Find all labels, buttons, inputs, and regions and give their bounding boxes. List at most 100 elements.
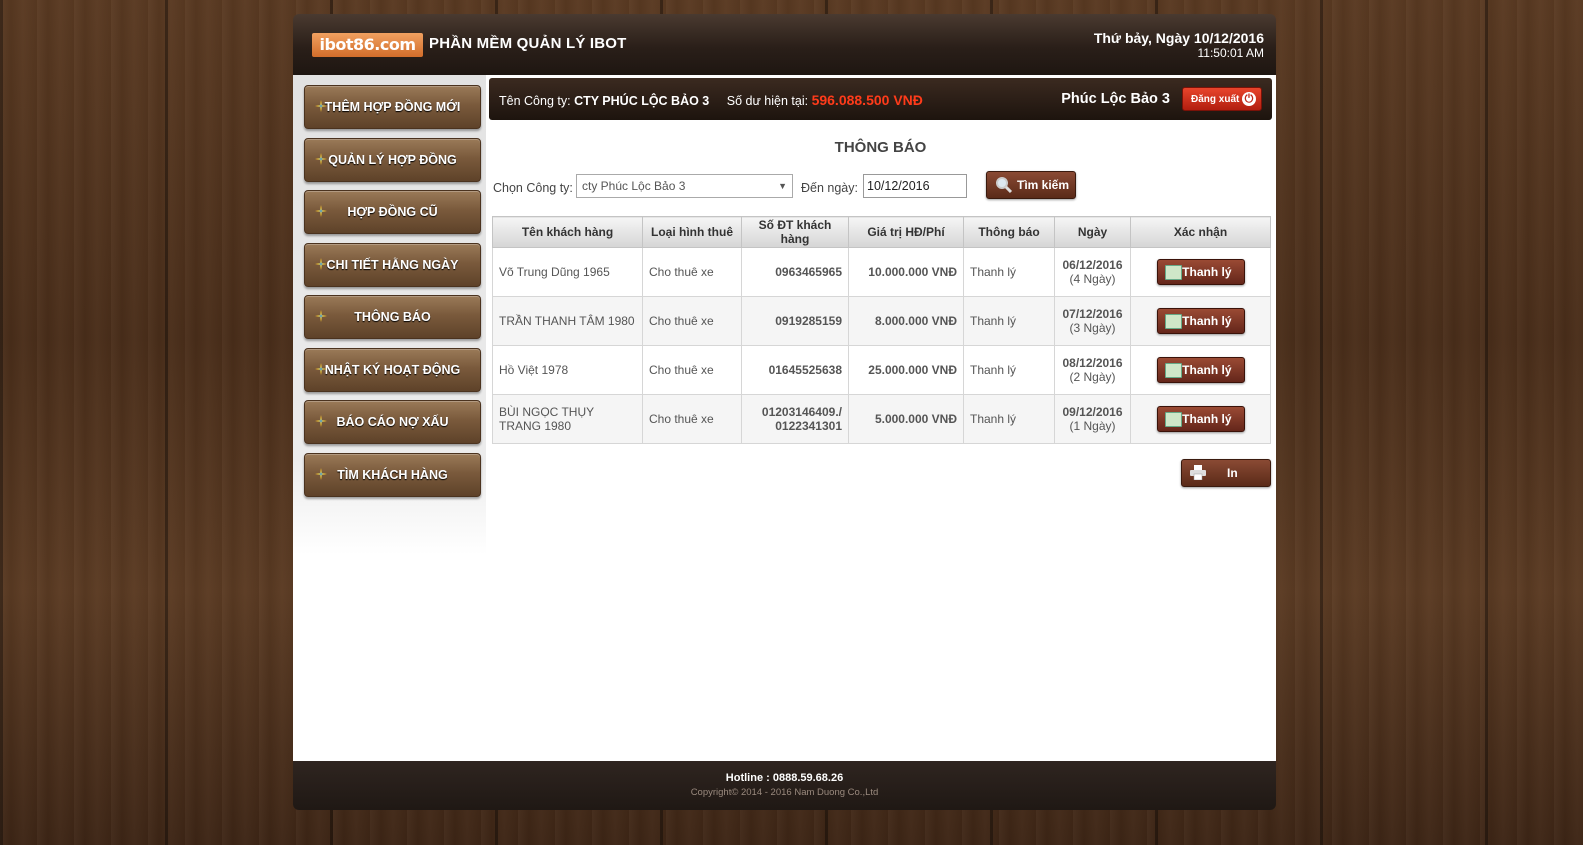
date-filter-label: Đến ngày: — [801, 181, 858, 195]
power-icon: ⏻ — [1242, 92, 1256, 106]
contract-value: 5.000.000 VNĐ — [848, 394, 964, 444]
user-name: Phúc Lộc Bảo 3 — [1061, 91, 1170, 107]
liquidate-button[interactable]: Thanh lý — [1156, 406, 1245, 432]
customer-phone: 0963465965 — [741, 247, 849, 297]
header: ibot86.com PHẦN MỀM QUẢN LÝ IBOT Thứ bảy… — [293, 14, 1276, 75]
star-icon — [315, 153, 327, 165]
customer-name-link[interactable]: BÙI NGỌC THỤY TRANG 1980 — [492, 394, 643, 444]
sidebar-item-label: THÔNG BÁO — [354, 310, 431, 324]
rental-type: Cho thuê xe — [642, 345, 742, 395]
header-time: 11:50:01 AM — [1197, 46, 1265, 60]
star-icon — [315, 205, 327, 217]
date-input[interactable]: 10/12/2016 — [863, 174, 967, 198]
liquidate-label: Thanh lý — [1182, 363, 1232, 377]
sidebar-item-notifications[interactable]: THÔNG BÁO — [304, 295, 481, 339]
company-bar: Tên Công ty: CTY PHÚC LỘC BẢO 3 Số dư hi… — [489, 78, 1272, 120]
due-date: 09/12/2016 (1 Ngày) — [1054, 394, 1131, 444]
liquidate-label: Thanh lý — [1182, 412, 1232, 426]
search-button[interactable]: Tìm kiếm — [986, 171, 1076, 199]
sidebar-item-label: NHẬT KÝ HOẠT ĐỘNG — [324, 363, 461, 377]
star-icon — [315, 415, 327, 427]
col-customer-name[interactable]: Tên khách hàng — [492, 216, 643, 248]
table-row: Võ Trung Dũng 1965 Cho thuê xe 096346596… — [492, 247, 1271, 297]
search-label: Tìm kiếm — [1017, 178, 1070, 192]
sidebar-item-activity-log[interactable]: NHẬT KÝ HOẠT ĐỘNG — [304, 348, 481, 392]
liquidate-label: Thanh lý — [1182, 314, 1232, 328]
col-rental-type[interactable]: Loại hình thuê — [642, 216, 742, 248]
customer-name-link[interactable]: TRẦN THANH TÂM 1980 — [492, 296, 643, 346]
balance-label: Số dư hiện tại: — [726, 94, 809, 108]
col-confirm[interactable]: Xác nhận — [1130, 216, 1271, 248]
header-date: Thứ bảy, Ngày 10/12/2016 — [1093, 30, 1264, 46]
sidebar: THÊM HỢP ĐỒNG MỚI QUẢN LÝ HỢP ĐỒNG HỢP Đ… — [293, 75, 486, 555]
sidebar-item-label: HỢP ĐỒNG CŨ — [347, 205, 438, 219]
hotline: Hotline : 0888.59.68.26 — [725, 772, 844, 784]
rental-type: Cho thuê xe — [642, 394, 742, 444]
col-date[interactable]: Ngày — [1054, 216, 1131, 248]
date-value: 09/12/2016 — [1062, 405, 1123, 419]
table-row: Hồ Việt 1978 Cho thuê xe 01645525638 25.… — [492, 345, 1271, 395]
sidebar-item-old-contracts[interactable]: HỢP ĐỒNG CŨ — [304, 190, 481, 234]
page-title: THÔNG BÁO — [834, 139, 927, 156]
star-icon — [315, 100, 327, 112]
date-value: 06/12/2016 — [1062, 258, 1123, 272]
printer-icon — [1190, 465, 1206, 480]
days-remaining: (4 Ngày) — [1069, 272, 1116, 286]
sidebar-item-daily-details[interactable]: CHI TIẾT HẰNG NGÀY — [304, 243, 481, 287]
rental-type: Cho thuê xe — [642, 296, 742, 346]
days-remaining: (1 Ngày) — [1069, 419, 1116, 433]
customer-name-link[interactable]: Võ Trung Dũng 1965 — [492, 247, 643, 297]
print-label: In — [1227, 466, 1238, 480]
notice-text: Thanh lý — [963, 296, 1055, 346]
company-select[interactable]: cty Phúc Lộc Bảo 3 ▼ — [576, 174, 793, 198]
document-check-icon — [1164, 265, 1182, 280]
chevron-down-icon: ▼ — [778, 181, 787, 191]
app-title: PHẦN MỀM QUẢN LÝ IBOT — [429, 35, 627, 52]
document-check-icon — [1164, 363, 1182, 378]
logout-label: Đăng xuất — [1191, 94, 1240, 105]
col-phone[interactable]: Số ĐT khách hàng — [741, 216, 849, 248]
liquidate-button[interactable]: Thanh lý — [1156, 308, 1245, 334]
liquidate-button[interactable]: Thanh lý — [1156, 357, 1245, 383]
logo[interactable]: ibot86.com — [312, 33, 423, 57]
logout-button[interactable]: Đăng xuất ⏻ — [1182, 87, 1262, 111]
table-header-row: Tên khách hàng Loại hình thuê Số ĐT khác… — [492, 216, 1271, 248]
document-check-icon — [1164, 412, 1182, 427]
customer-name-link[interactable]: Hồ Việt 1978 — [492, 345, 643, 395]
company-name: CTY PHÚC LỘC BẢO 3 — [574, 94, 710, 108]
sidebar-item-manage-contracts[interactable]: QUẢN LÝ HỢP ĐỒNG — [304, 138, 481, 182]
company-select-value: cty Phúc Lộc Bảo 3 — [582, 179, 686, 193]
due-date: 06/12/2016 (4 Ngày) — [1054, 247, 1131, 297]
content: Tên Công ty: CTY PHÚC LỘC BẢO 3 Số dư hi… — [489, 75, 1272, 761]
company-label: Tên Công ty: — [499, 94, 571, 108]
sidebar-item-add-contract[interactable]: THÊM HỢP ĐỒNG MỚI — [304, 85, 481, 129]
sidebar-item-bad-debt-report[interactable]: BÁO CÁO NỢ XẤU — [304, 400, 481, 444]
confirm-cell: Thanh lý — [1130, 345, 1271, 395]
company-filter-label: Chọn Công ty: — [493, 181, 573, 195]
col-notice[interactable]: Thông báo — [963, 216, 1055, 248]
sidebar-item-label: TÌM KHÁCH HÀNG — [337, 468, 448, 482]
notice-text: Thanh lý — [963, 394, 1055, 444]
contract-value: 8.000.000 VNĐ — [848, 296, 964, 346]
star-icon — [315, 468, 327, 480]
confirm-cell: Thanh lý — [1130, 296, 1271, 346]
sidebar-item-label: THÊM HỢP ĐỒNG MỚI — [324, 100, 461, 114]
confirm-cell: Thanh lý — [1130, 394, 1271, 444]
customer-phone: 0919285159 — [741, 296, 849, 346]
liquidate-button[interactable]: Thanh lý — [1156, 259, 1245, 285]
balance-value: 596.088.500 VNĐ — [811, 92, 923, 108]
customer-phone: 01645525638 — [741, 345, 849, 395]
sidebar-item-find-customer[interactable]: TÌM KHÁCH HÀNG — [304, 453, 481, 497]
contract-value: 25.000.000 VNĐ — [848, 345, 964, 395]
print-button[interactable]: In — [1181, 459, 1271, 487]
star-icon — [315, 258, 327, 270]
main-body: THÊM HỢP ĐỒNG MỚI QUẢN LÝ HỢP ĐỒNG HỢP Đ… — [293, 75, 1276, 761]
sidebar-item-label: BÁO CÁO NỢ XẤU — [336, 415, 449, 429]
company-info: Tên Công ty: CTY PHÚC LỘC BẢO 3 Số dư hi… — [499, 92, 923, 108]
date-value: 07/12/2016 — [1062, 307, 1123, 321]
date-value: 08/12/2016 — [1062, 356, 1123, 370]
col-value[interactable]: Giá trị HĐ/Phí — [848, 216, 964, 248]
notifications-table: Tên khách hàng Loại hình thuê Số ĐT khác… — [492, 216, 1271, 444]
due-date: 08/12/2016 (2 Ngày) — [1054, 345, 1131, 395]
days-remaining: (3 Ngày) — [1069, 321, 1116, 335]
